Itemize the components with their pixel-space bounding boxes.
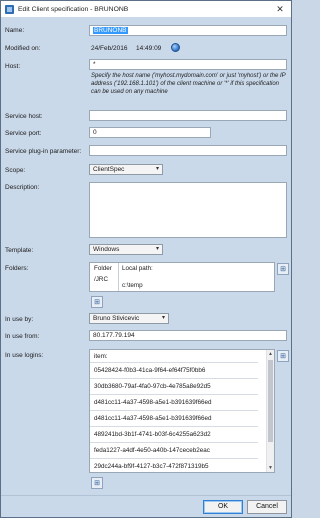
logins-col-item: item: — [90, 350, 258, 363]
service-host-input[interactable] — [89, 110, 287, 121]
logins-add-row-icon[interactable]: ⊞ — [91, 477, 103, 489]
folders-col-local-path: Local path: — [122, 265, 153, 272]
name-value: BRUNONB — [93, 27, 128, 34]
cancel-button[interactable]: Cancel — [247, 500, 287, 514]
folders-col-folder: Folder — [94, 265, 112, 272]
window-title: Edit Client specification - BRUNONB — [18, 5, 129, 13]
close-button[interactable]: ✕ — [271, 2, 289, 16]
dialog-content: Name: BRUNONB Modified on: 24/Feb/2016 1… — [1, 17, 291, 517]
scope-select[interactable]: ClientSpec ▾ — [89, 164, 163, 175]
description-textarea[interactable] — [89, 182, 287, 238]
chevron-down-icon: ▾ — [155, 166, 159, 172]
modified-time: 14:49:09 — [136, 45, 162, 52]
logins-add-icon[interactable]: ⊞ — [277, 350, 289, 362]
folders-label: Folders: — [5, 265, 29, 272]
service-plugin-input[interactable] — [89, 145, 287, 156]
folders-add-row-icon[interactable]: ⊞ — [91, 296, 103, 308]
template-value: Windows — [93, 246, 120, 253]
list-item[interactable]: 05428424-f0b3-41ca-9f64-ef64f75f0bb6 — [90, 363, 258, 379]
host-input[interactable]: * — [89, 59, 287, 70]
edit-client-spec-window: Edit Client specification - BRUNONB ✕ Na… — [0, 0, 292, 518]
name-input[interactable]: BRUNONB — [89, 25, 287, 36]
host-hint: Specify the host name ('myhost.mydomain.… — [91, 73, 286, 95]
scope-value: ClientSpec — [93, 166, 125, 173]
list-item[interactable]: 30db3680-79af-4fa0-97cb-4e785a8e92d5 — [90, 379, 258, 395]
list-item[interactable]: d481cc11-4a37-4598-a5e1-b391639f66ed — [90, 411, 258, 427]
scroll-thumb[interactable] — [268, 360, 273, 442]
service-plugin-label: Service plug-in parameter: — [5, 148, 82, 155]
modified-date: 24/Feb/2016 — [91, 45, 128, 52]
scroll-down-icon[interactable]: ▼ — [267, 464, 274, 472]
service-host-label: Service host: — [5, 113, 43, 120]
ok-button[interactable]: OK — [203, 500, 243, 514]
description-label: Description: — [5, 184, 40, 191]
list-item[interactable]: 489241bd-3b1f-4741-b03f-6c4255a623d2 — [90, 427, 258, 443]
list-item[interactable]: d481cc11-4a37-4598-a5e1-b391639f66ed — [90, 395, 258, 411]
in-use-logins-label: In use logins: — [5, 352, 44, 359]
folder-cell[interactable]: /JRC — [94, 276, 108, 283]
in-use-by-value: Bruno Stivicevic — [93, 315, 140, 322]
in-use-by-select[interactable]: Bruno Stivicevic ▾ — [89, 313, 169, 324]
in-use-by-label: In use by: — [5, 316, 34, 323]
template-select[interactable]: Windows ▾ — [89, 244, 163, 255]
in-use-from-label: In use from: — [5, 333, 40, 340]
modified-label: Modified on: — [5, 45, 41, 52]
footer-divider — [1, 495, 291, 496]
column-divider — [118, 263, 119, 291]
logins-grid[interactable]: item: 05428424-f0b3-41ca-9f64-ef64f75f0b… — [89, 349, 275, 473]
list-item[interactable]: 29dc244a-bf9f-4127-b3c7-472f871319b5 — [90, 459, 258, 472]
scroll-up-icon[interactable]: ▲ — [267, 350, 274, 358]
name-label: Name: — [5, 27, 25, 34]
in-use-from-input[interactable]: 80.177.79.194 — [89, 330, 287, 341]
service-port-input[interactable]: 0 — [89, 127, 211, 138]
folders-add-icon[interactable]: ⊞ — [277, 263, 289, 275]
folders-grid[interactable]: Folder Local path: /JRC c:\temp — [89, 262, 275, 292]
service-port-label: Service port: — [5, 130, 42, 137]
logins-scrollbar[interactable]: ▲ ▼ — [266, 350, 274, 472]
template-label: Template: — [5, 247, 34, 254]
info-icon[interactable] — [171, 43, 180, 52]
chevron-down-icon: ▾ — [155, 246, 159, 252]
host-label: Host: — [5, 63, 21, 70]
chevron-down-icon: ▾ — [161, 315, 165, 321]
local-path-cell[interactable]: c:\temp — [122, 282, 143, 289]
title-bar[interactable]: Edit Client specification - BRUNONB ✕ — [1, 1, 291, 17]
scope-label: Scope: — [5, 167, 26, 174]
list-item[interactable]: feda1227-a4df-4e50-a40b-147ceceb2eac — [90, 443, 258, 459]
app-document-icon — [5, 4, 14, 14]
